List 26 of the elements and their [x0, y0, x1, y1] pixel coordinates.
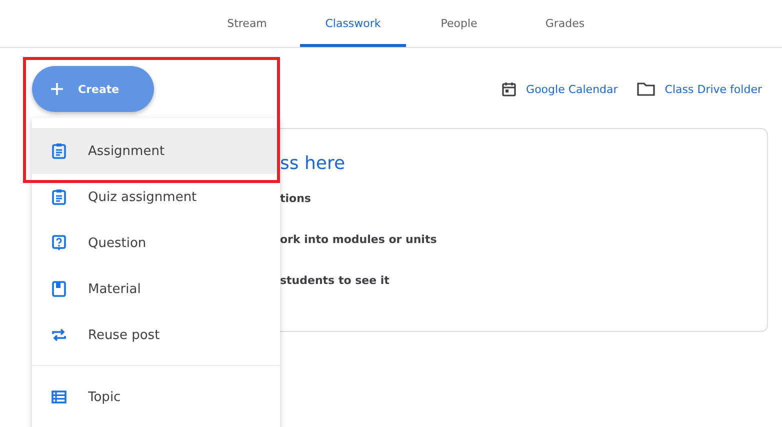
card-title: ss here: [280, 153, 346, 174]
card-text: students to see it: [280, 274, 390, 289]
menu-item[interactable]: Reuse post: [32, 312, 280, 358]
tab[interactable]: Stream: [194, 0, 300, 47]
clipboard-icon: [50, 142, 68, 160]
list-icon: [50, 388, 68, 406]
link[interactable]: Google Calendar: [501, 81, 618, 97]
plus-icon: [50, 82, 64, 96]
menu-item[interactable]: Quiz assignment: [32, 174, 280, 220]
tab[interactable]: Grades: [512, 0, 618, 47]
clipboard-icon: [50, 188, 68, 206]
menu-item[interactable]: Topic: [32, 374, 280, 420]
card-text: tions: [280, 192, 312, 207]
create-button[interactable]: Create: [32, 66, 154, 112]
calendar-icon: [501, 81, 518, 97]
repeat-icon: [50, 326, 68, 344]
menu-item[interactable]: Assignment: [32, 128, 280, 174]
menu-item[interactable]: Question: [32, 220, 280, 266]
folder-icon: [636, 81, 656, 97]
question-icon: [50, 234, 68, 252]
material-icon: [50, 280, 68, 298]
link[interactable]: Class Drive folder: [636, 81, 762, 97]
menu-item[interactable]: Material: [32, 266, 280, 312]
tab[interactable]: Classwork: [300, 0, 406, 47]
tab[interactable]: People: [406, 0, 512, 47]
card-text: ork into modules or units: [280, 233, 438, 248]
